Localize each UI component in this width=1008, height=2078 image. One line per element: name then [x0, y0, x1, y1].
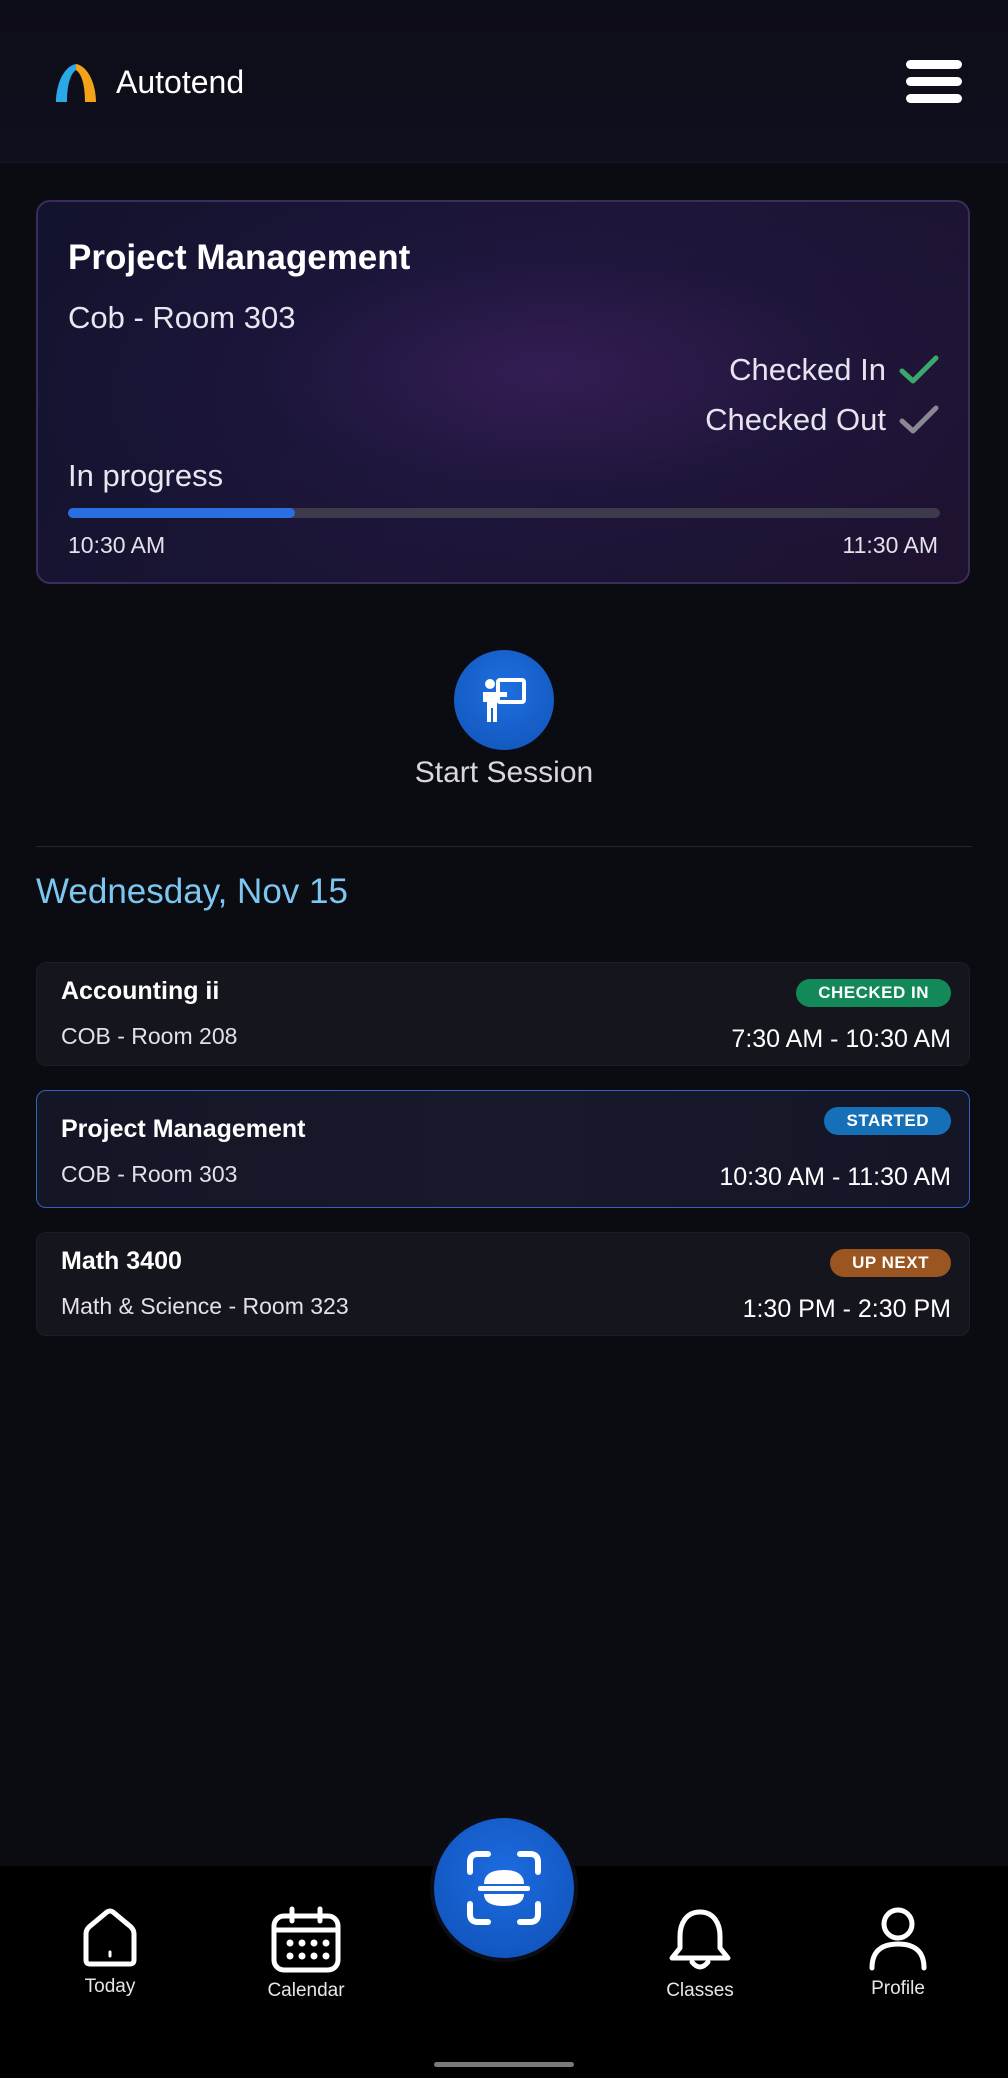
nav-label: Classes	[666, 1980, 734, 2001]
schedule-date-heading: Wednesday, Nov 15	[36, 872, 348, 911]
session-progress-bar	[68, 508, 940, 518]
current-session-card[interactable]: Project Management Cob - Room 303 Checke…	[36, 200, 970, 584]
session-progress-fill	[68, 508, 295, 518]
class-time: 7:30 AM - 10:30 AM	[731, 1025, 951, 1053]
home-indicator	[434, 2062, 574, 2067]
class-name: Project Management	[61, 1115, 306, 1143]
class-room: Math & Science - Room 323	[61, 1293, 349, 1319]
start-session-button[interactable]	[454, 650, 554, 750]
home-icon	[83, 1908, 137, 1967]
hamburger-menu-icon[interactable]	[906, 60, 962, 104]
checked-in-label: Checked In	[729, 352, 886, 387]
class-name: Accounting ii	[61, 977, 220, 1005]
checkmark-icon	[899, 355, 939, 384]
class-room: COB - Room 208	[61, 1023, 238, 1049]
start-session-label: Start Session	[414, 756, 594, 789]
checkmark-icon	[899, 405, 939, 434]
presenter-icon	[483, 678, 526, 722]
bell-icon	[669, 1909, 731, 1970]
session-title: Project Management	[68, 238, 411, 277]
autotend-logo-icon	[56, 64, 96, 102]
app-header: Autotend	[0, 0, 1008, 163]
scan-icon	[467, 1851, 541, 1925]
session-room: Cob - Room 303	[68, 300, 296, 335]
nav-item-profile[interactable]: Profile	[828, 1906, 968, 2000]
session-end-time: 11:30 AM	[842, 532, 938, 558]
class-room: COB - Room 303	[61, 1161, 238, 1187]
divider	[36, 846, 972, 847]
nav-label: Profile	[871, 1978, 925, 1999]
class-time: 10:30 AM - 11:30 AM	[719, 1163, 951, 1191]
status-badge: CHECKED IN	[796, 979, 951, 1007]
checked-out-label: Checked Out	[705, 402, 886, 437]
checked-out-status: Checked Out	[705, 402, 940, 438]
nav-item-today[interactable]: Today	[40, 1906, 180, 1998]
scan-button[interactable]	[434, 1818, 574, 1958]
profile-icon	[869, 1907, 927, 1971]
nav-label: Today	[84, 1976, 136, 1997]
class-card[interactable]: Math 3400 Math & Science - Room 323 UP N…	[36, 1232, 970, 1336]
nav-item-classes[interactable]: Classes	[630, 1906, 770, 2002]
session-start-time: 10:30 AM	[68, 532, 166, 558]
class-time: 1:30 PM - 2:30 PM	[742, 1295, 951, 1323]
session-status: In progress	[68, 458, 224, 493]
app-name: Autotend	[116, 64, 245, 100]
checked-in-status: Checked In	[729, 352, 940, 388]
class-card[interactable]: Accounting ii COB - Room 208 CHECKED IN …	[36, 962, 970, 1066]
nav-item-calendar[interactable]: Calendar	[236, 1906, 376, 2002]
calendar-icon	[271, 1906, 341, 1973]
class-card-active[interactable]: Project Management COB - Room 303 STARTE…	[36, 1090, 970, 1208]
status-badge: STARTED	[824, 1107, 951, 1135]
class-name: Math 3400	[61, 1247, 182, 1275]
nav-label: Calendar	[267, 1980, 345, 2001]
status-badge: UP NEXT	[830, 1249, 951, 1277]
